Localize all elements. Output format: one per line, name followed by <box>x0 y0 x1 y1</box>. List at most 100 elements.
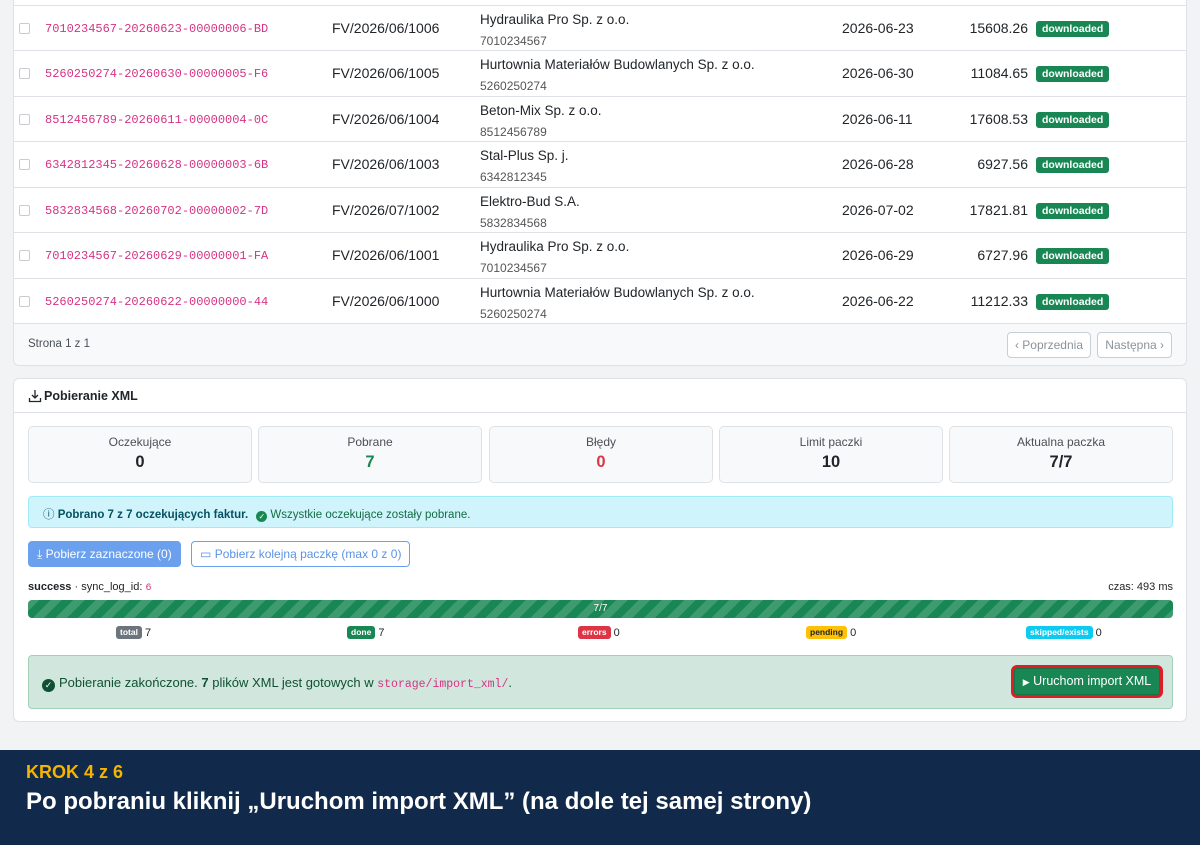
sync-status: success <box>28 581 72 593</box>
table-row: 5260250274-20260630-00000005-F6 FV/2026/0… <box>14 50 1186 96</box>
info-icon: ⓘ <box>43 509 55 521</box>
counter-skipped-exists: skipped/exists 0 <box>1026 626 1102 639</box>
seller-nip: 6342812345 <box>480 170 547 184</box>
seller-nip: 5832834568 <box>480 216 547 230</box>
counter-pill: done <box>347 626 376 639</box>
seller-nip: 5260250274 <box>480 79 547 93</box>
download-icon <box>28 390 42 403</box>
seller-name: Hydraulika Pro Sp. z o.o. <box>480 12 630 27</box>
stat-label: Pobrane <box>347 435 393 449</box>
table-row: 5832834568-20260702-00000002-7D FV/2026/0… <box>14 187 1186 233</box>
seller-nip: 7010234567 <box>480 34 547 48</box>
invoice-number: FV/2026/06/1004 <box>332 111 440 127</box>
box-icon: ▭ <box>200 547 212 561</box>
ksef-number[interactable]: 7010234567-20260629-00000001-FA <box>45 249 268 263</box>
run-import-button[interactable]: ▶ Uruchom import XML <box>1011 665 1163 698</box>
seller-name: Beton-Mix Sp. z o.o. <box>480 103 602 118</box>
seller-nip: 5260250274 <box>480 307 547 321</box>
info-alert: ⓘ Pobrano 7 z 7 oczekujących faktur. ✓ Ws… <box>28 496 1173 528</box>
seller-nip: 8512456789 <box>480 125 547 139</box>
stat-box: Aktualna paczka 7/7 <box>949 426 1173 483</box>
row-checkbox[interactable] <box>19 205 30 216</box>
ksef-number[interactable]: 6342812345-20260628-00000003-6B <box>45 158 268 172</box>
info-summary: Pobrano 7 z 7 oczekujących faktur. <box>57 509 249 521</box>
row-checkbox[interactable] <box>19 23 30 34</box>
status-badge: downloaded <box>1036 21 1110 37</box>
stat-value: 0 <box>135 453 145 471</box>
counter-pill: errors <box>578 626 611 639</box>
stat-value: 7/7 <box>1049 453 1073 471</box>
step-indicator: KROK 4 z 6 <box>26 762 124 782</box>
row-checkbox[interactable] <box>19 68 30 79</box>
counter-pending: pending 0 <box>806 626 856 639</box>
xml-download-card: Pobieranie XML Oczekujące 0 Pobrane 7 Błędy 0… <box>13 378 1187 722</box>
counter-total: total 7 <box>116 626 151 639</box>
invoice-date: 2026-06-23 <box>842 20 914 36</box>
row-checkbox[interactable] <box>19 159 30 170</box>
invoice-number: FV/2026/06/1001 <box>332 247 440 263</box>
invoice-amount: 11212.33 <box>970 293 1028 309</box>
seller-name: Elektro-Bud S.A. <box>480 194 580 209</box>
table-row: 7010234567-20260629-00000001-FA FV/2026/0… <box>14 232 1186 278</box>
status-badge: downloaded <box>1036 157 1110 173</box>
invoice-date: 2026-06-22 <box>842 293 914 309</box>
invoice-date: 2026-07-02 <box>842 202 914 218</box>
table-footer: Strona 1 z 1 ‹ Poprzednia Następna › <box>14 323 1186 365</box>
stat-box: Limit paczki 10 <box>719 426 943 483</box>
done-alert: ✓ Pobieranie zakończone. 7 plików XML jes… <box>28 655 1173 709</box>
counter-value: 0 <box>850 627 857 639</box>
ksef-number[interactable]: 7010234567-20260623-00000006-BD <box>45 22 268 36</box>
counter-value: 7 <box>378 627 385 639</box>
stat-box: Błędy 0 <box>489 426 713 483</box>
status-badge: downloaded <box>1036 294 1110 310</box>
counter-value: 0 <box>613 627 620 639</box>
seller-nip: 7010234567 <box>480 261 547 275</box>
check-icon: ✓ <box>256 511 268 522</box>
ksef-number[interactable]: 5832834568-20260702-00000002-7D <box>45 204 268 218</box>
next-page-button[interactable]: Następna › <box>1097 332 1172 358</box>
invoice-number: FV/2026/06/1005 <box>332 65 440 81</box>
status-badge: downloaded <box>1036 203 1110 219</box>
seller-name: Hydraulika Pro Sp. z o.o. <box>480 239 630 254</box>
done-dot: . <box>508 675 512 690</box>
info-ok-text: Wszystkie oczekujące zostały pobrane. <box>270 509 471 521</box>
counter-value: 0 <box>1095 627 1102 639</box>
invoice-amount: 15608.26 <box>969 20 1028 36</box>
page-info: Strona 1 z 1 <box>28 338 91 350</box>
done-text-1: Pobieranie zakończone. <box>59 675 198 690</box>
invoice-amount: 11084.65 <box>970 65 1028 81</box>
progress-label: 7/7 <box>593 603 608 614</box>
counter-pill: pending <box>806 626 848 639</box>
row-checkbox[interactable] <box>19 296 30 307</box>
seller-name: Stal-Plus Sp. j. <box>480 148 569 163</box>
done-count: 7 <box>201 675 209 690</box>
instruction-message: Po pobraniu kliknij „Uruchom import XML”… <box>26 788 812 815</box>
invoice-number: FV/2026/06/1000 <box>332 293 440 309</box>
ksef-number[interactable]: 5260250274-20260622-00000000-44 <box>45 295 268 309</box>
counter-pill: skipped/exists <box>1026 626 1093 639</box>
table-row: 7010234567-20260623-00000006-BD FV/2026/0… <box>14 5 1186 51</box>
row-checkbox[interactable] <box>19 250 30 261</box>
stat-box: Pobrane 7 <box>258 426 482 483</box>
xml-card-title: Pobieranie XML <box>44 389 138 403</box>
download-next-batch-button[interactable]: ▭ Pobierz kolejną paczkę (max 0 z 0) <box>191 541 411 567</box>
progress-bar: 7/7 <box>28 600 1173 618</box>
ksef-number[interactable]: 8512456789-20260611-00000004-0C <box>45 113 268 127</box>
counter-value: 7 <box>144 627 152 639</box>
invoice-number: FV/2026/06/1006 <box>332 20 440 36</box>
invoice-number: FV/2026/06/1003 <box>332 156 440 172</box>
done-text-2: plików XML jest gotowych w <box>212 675 374 690</box>
seller-name: Hurtownia Materiałów Budowlanych Sp. z o… <box>480 57 755 72</box>
row-checkbox[interactable] <box>19 114 30 125</box>
table-row: 5260250274-20260622-00000000-44 FV/2026/0… <box>14 278 1186 324</box>
status-badge: downloaded <box>1036 248 1110 264</box>
download-selected-label: Pobierz zaznaczone (0) <box>45 547 172 561</box>
ksef-number[interactable]: 5260250274-20260630-00000005-F6 <box>45 67 268 81</box>
stat-label: Błędy <box>585 435 617 449</box>
download-icon: ⤓ <box>37 547 43 561</box>
check-circle-icon: ✓ <box>42 679 55 692</box>
download-selected-button[interactable]: ⤓ Pobierz zaznaczone (0) <box>28 541 181 567</box>
prev-page-button[interactable]: ‹ Poprzednia <box>1006 332 1091 358</box>
invoice-amount: 6727.96 <box>977 247 1028 263</box>
status-badge: downloaded <box>1036 66 1110 82</box>
